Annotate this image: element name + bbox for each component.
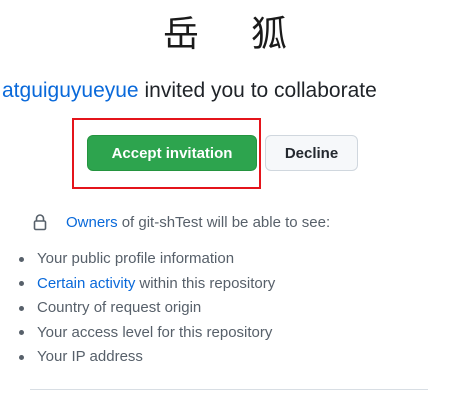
- owners-link[interactable]: Owners: [66, 214, 118, 231]
- permissions-list: Your public profile information Certain …: [19, 247, 275, 370]
- org-logo-char-left: 岳: [162, 14, 199, 55]
- permission-text: within this repository: [139, 274, 276, 292]
- decline-button[interactable]: Decline: [265, 135, 358, 171]
- inviter-username-link[interactable]: atguiguyueyue: [2, 79, 139, 102]
- bullet-icon: [19, 256, 24, 262]
- bullet-icon: [19, 354, 24, 360]
- list-item: Your public profile information: [19, 247, 275, 272]
- bullet-icon: [19, 305, 24, 311]
- certain-activity-link[interactable]: Certain activity: [37, 272, 135, 297]
- list-item: Your access level for this repository: [19, 321, 275, 346]
- org-logo: 岳 狐: [0, 10, 450, 60]
- bullet-icon: [19, 281, 24, 287]
- list-item: Your IP address: [19, 345, 275, 370]
- divider: [30, 389, 428, 390]
- org-logo-char-right: 狐: [251, 14, 288, 55]
- permission-text: Country of request origin: [37, 299, 202, 316]
- permission-text: Your public profile information: [37, 250, 235, 267]
- permission-text: Your IP address: [37, 348, 143, 365]
- permission-text: Your access level for this repository: [37, 323, 273, 341]
- list-item: Country of request origin: [19, 296, 275, 321]
- invite-message-text: invited you to collaborate: [144, 79, 377, 102]
- invitation-page: 岳 狐 atguiguyueyue invited you to collabo…: [0, 0, 450, 400]
- accept-invitation-button[interactable]: Accept invitation: [87, 135, 257, 171]
- list-item: Certain activity within this repository: [19, 272, 275, 297]
- visibility-notice: Owners of git-shTest will be able to see…: [32, 210, 330, 234]
- visibility-text: of git-shTest will be able to see:: [121, 213, 331, 231]
- lock-icon: [33, 214, 47, 231]
- invite-message: atguiguyueyue invited you to collaborate: [2, 76, 450, 106]
- bullet-icon: [19, 330, 24, 336]
